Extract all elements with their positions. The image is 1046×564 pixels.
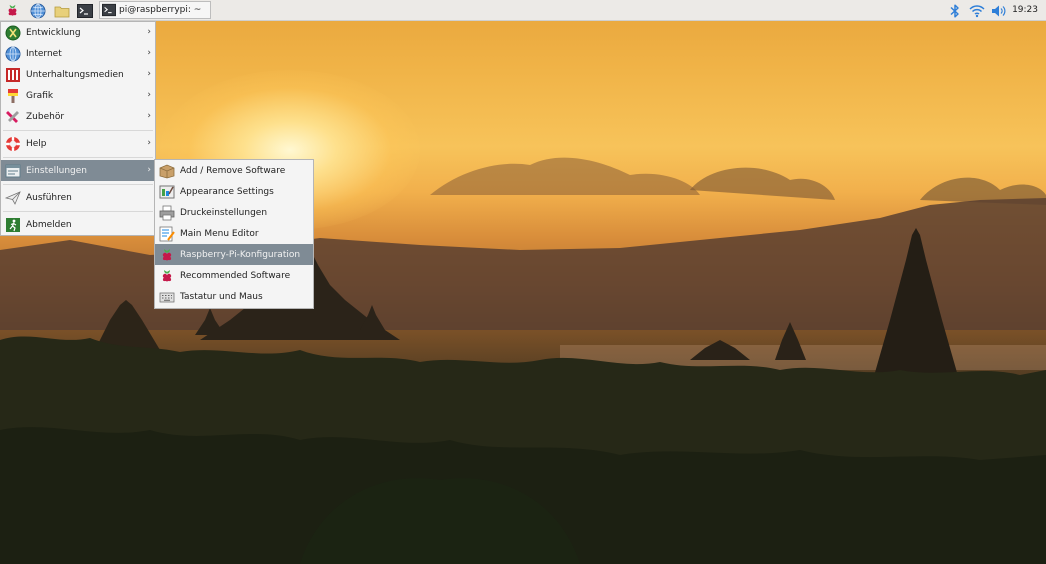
- menu-item-internet[interactable]: Internet ›: [1, 43, 155, 64]
- menu-item-label: Help: [26, 138, 47, 149]
- menu-item-einstellungen[interactable]: Einstellungen ›: [1, 160, 155, 181]
- submenu-item-add-remove-software[interactable]: Add / Remove Software: [155, 160, 313, 181]
- submenu-arrow-icon: ›: [147, 90, 151, 100]
- menu-item-grafik[interactable]: Grafik ›: [1, 85, 155, 106]
- taskbar: pi@raspberrypi: ~ 19:23: [0, 0, 1046, 21]
- menu-separator: [3, 157, 153, 158]
- terminal-icon: [76, 3, 93, 18]
- volume-icon: [991, 5, 1005, 16]
- submenu-arrow-icon: ›: [147, 165, 151, 175]
- wifi-icon: [969, 4, 984, 17]
- submenu-arrow-icon: ›: [147, 69, 151, 79]
- submenu-item-appearance-settings[interactable]: Appearance Settings: [155, 181, 313, 202]
- menu-editor-icon: [159, 226, 175, 241]
- submenu-item-main-menu-editor[interactable]: Main Menu Editor: [155, 223, 313, 244]
- submenu-item-label: Druckeinstellungen: [180, 207, 268, 218]
- terminal-icon: [102, 3, 116, 17]
- raspberry-menu-button[interactable]: [4, 2, 21, 19]
- clock[interactable]: 19:23: [1012, 5, 1038, 15]
- submenu-item-raspberry-pi-konfiguration[interactable]: Raspberry-Pi-Konfiguration: [155, 244, 313, 265]
- raspberry-icon: [162, 248, 172, 260]
- menu-item-ausfuehren[interactable]: Ausführen: [1, 187, 155, 208]
- submenu-item-label: Raspberry-Pi-Konfiguration: [180, 249, 301, 260]
- menu-item-label: Abmelden: [26, 219, 72, 230]
- bluetooth-button[interactable]: [946, 2, 963, 19]
- submenu-item-druckeinstellungen[interactable]: Druckeinstellungen: [155, 202, 313, 223]
- submenu-item-label: Appearance Settings: [180, 186, 274, 197]
- menu-item-label: Entwicklung: [26, 27, 81, 38]
- exit-icon: [6, 217, 20, 232]
- menu-item-unterhaltungsmedien[interactable]: Unterhaltungsmedien ›: [1, 64, 155, 85]
- menu-separator: [3, 184, 153, 185]
- submenu-item-label: Add / Remove Software: [180, 165, 286, 176]
- terminal-button[interactable]: [76, 2, 93, 19]
- menu-item-label: Ausführen: [26, 192, 72, 203]
- multimedia-icon: [6, 67, 20, 82]
- submenu-item-label: Main Menu Editor: [180, 228, 259, 239]
- menu-item-label: Unterhaltungsmedien: [26, 69, 124, 80]
- submenu-arrow-icon: ›: [147, 111, 151, 121]
- raspberry-icon: [8, 4, 17, 16]
- printer-icon: [159, 205, 175, 220]
- menu-item-abmelden[interactable]: Abmelden: [1, 214, 155, 235]
- globe-icon: [5, 46, 21, 61]
- development-icon: [5, 25, 21, 40]
- window-title: pi@raspberrypi: ~: [119, 5, 202, 15]
- menu-separator: [3, 211, 153, 212]
- bluetooth-icon: [949, 3, 959, 18]
- paper-plane-icon: [5, 190, 21, 205]
- accessories-icon: [6, 110, 19, 123]
- web-browser-button[interactable]: [29, 2, 46, 19]
- keyboard-icon: [159, 292, 175, 302]
- submenu-arrow-icon: ›: [147, 138, 151, 148]
- submenu-arrow-icon: ›: [147, 27, 151, 37]
- menu-separator: [3, 130, 153, 131]
- menu-item-label: Einstellungen: [26, 165, 88, 176]
- submenu-item-recommended-software[interactable]: Recommended Software: [155, 265, 313, 286]
- submenu-item-tastatur-und-maus[interactable]: Tastatur und Maus: [155, 286, 313, 307]
- submenu-item-label: Tastatur und Maus: [180, 291, 263, 302]
- menu-item-label: Zubehör: [26, 111, 65, 122]
- package-icon: [159, 164, 175, 178]
- taskbar-window-button[interactable]: pi@raspberrypi: ~: [99, 1, 211, 19]
- graphics-icon: [8, 88, 18, 103]
- menu-item-help[interactable]: Help ›: [1, 133, 155, 154]
- main-menu: Entwicklung › Internet › Unterhaltungsme…: [0, 21, 156, 236]
- file-manager-button[interactable]: [53, 2, 70, 19]
- menu-item-label: Grafik: [26, 90, 54, 101]
- menu-item-label: Internet: [26, 48, 62, 59]
- folder-icon: [54, 6, 69, 17]
- raspberry-icon: [162, 269, 172, 281]
- appearance-icon: [159, 185, 175, 198]
- menu-item-zubehoer[interactable]: Zubehör ›: [1, 106, 155, 127]
- preferences-icon: [5, 164, 21, 177]
- settings-submenu: Add / Remove Software Appearance Setting…: [154, 159, 314, 309]
- submenu-arrow-icon: ›: [147, 48, 151, 58]
- wifi-button[interactable]: [968, 2, 985, 19]
- globe-icon: [30, 3, 45, 18]
- submenu-item-label: Recommended Software: [180, 270, 291, 281]
- menu-item-entwicklung[interactable]: Entwicklung ›: [1, 22, 155, 43]
- volume-button[interactable]: [990, 2, 1007, 19]
- lifebuoy-icon: [6, 136, 20, 151]
